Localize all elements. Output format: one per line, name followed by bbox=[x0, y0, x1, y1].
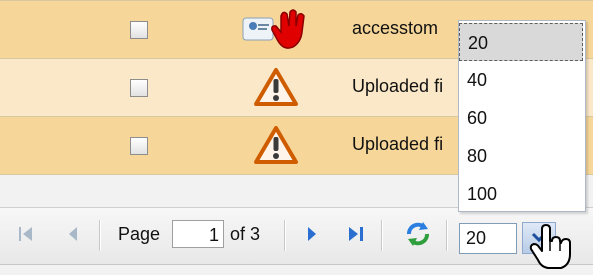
page-label: Page bbox=[118, 224, 161, 244]
warning-icon bbox=[241, 66, 311, 110]
page-size-option[interactable]: 40 bbox=[459, 61, 583, 99]
row-checkbox[interactable] bbox=[130, 137, 148, 155]
refresh-icon[interactable] bbox=[404, 220, 432, 253]
page-size-option[interactable]: 100 bbox=[459, 175, 583, 213]
page-size-dropdown: 20 40 60 80 100 bbox=[458, 20, 586, 212]
page-size-option[interactable]: 60 bbox=[459, 99, 583, 137]
hand-stop-icon bbox=[241, 8, 311, 52]
row-message: Uploaded fi bbox=[352, 76, 444, 96]
page-size-option[interactable]: 80 bbox=[459, 137, 583, 175]
row-message: Uploaded fi bbox=[352, 134, 444, 154]
row-checkbox[interactable] bbox=[130, 79, 148, 97]
last-page-icon[interactable] bbox=[347, 225, 365, 248]
row-checkbox[interactable] bbox=[130, 21, 148, 39]
next-page-icon[interactable] bbox=[306, 225, 318, 248]
page-count-label: of 3 bbox=[230, 224, 261, 244]
previous-page-icon[interactable] bbox=[67, 225, 79, 248]
first-page-icon[interactable] bbox=[18, 225, 34, 248]
hand-pointer-cursor-icon bbox=[528, 223, 574, 270]
page-size-option[interactable]: 20 bbox=[459, 23, 583, 61]
pagination-toolbar: Page 1 of 3 20 bbox=[0, 207, 593, 265]
warning-icon bbox=[241, 124, 311, 168]
page-size-select[interactable]: 20 bbox=[459, 223, 517, 254]
row-message: accesstom bbox=[352, 18, 439, 38]
page-number-input[interactable]: 1 bbox=[172, 220, 224, 248]
